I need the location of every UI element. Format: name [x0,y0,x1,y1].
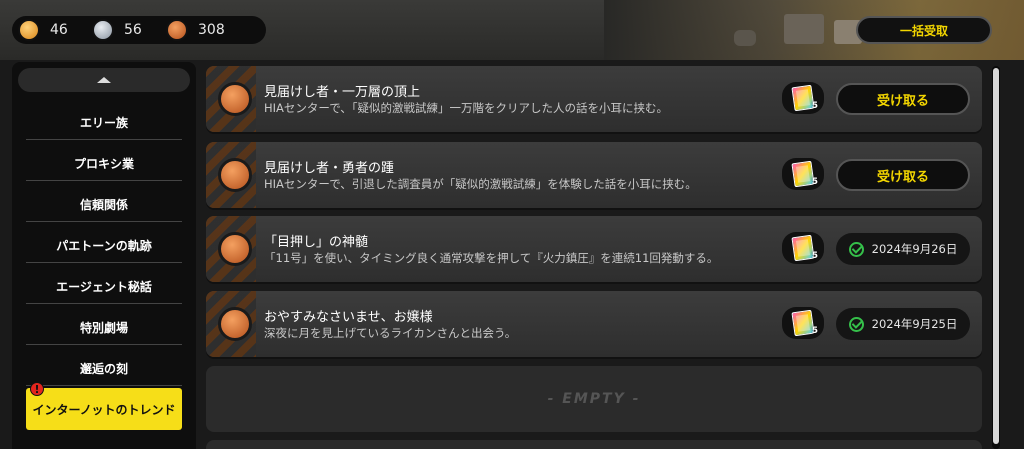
achievement-description: 「11号」を使い、タイミング良く通常攻撃を押して『火力鎮圧』を連続11回発動する… [264,251,719,265]
achievement-title: 見届けし者・一万層の頂上 [264,85,421,100]
achievement-description: HIAセンターで、「疑似的激戦試練」一万階をクリアした人の話を小耳に挟む。 [264,101,669,115]
sidebar-item-label: インターノットのトレンド [32,402,176,417]
top-bar: 46 56 308 一括受取 [0,0,1024,60]
bronze-medal-icon [218,232,252,266]
achievement-row: おやすみなさいませ、お嬢様 深夜に月を見上げているライカンさんと出会う。 5 2… [206,291,982,357]
sidebar-scroll-up-button[interactable] [18,68,190,92]
check-circle-icon [848,316,864,332]
scrollbar-thumb[interactable] [993,68,999,444]
currency-silver-value: 56 [124,22,142,38]
reward-quantity: 5 [811,177,818,187]
bronze-medal-icon [218,82,252,116]
sidebar-item-label: プロキシ業 [73,157,134,171]
sidebar-item-proxy[interactable]: プロキシ業 [26,147,182,181]
empty-slot [206,440,982,449]
achievement-title: 「目押し」の神髄 [264,235,369,250]
alert-icon: ! [30,382,44,396]
sidebar-item-label: 特別劇場 [79,321,128,335]
bronze-medal-icon [218,307,252,341]
reward-item[interactable]: 5 [782,307,824,339]
currency-silver: 56 [92,19,154,41]
reward-quantity: 5 [811,326,818,336]
achievement-title: 見届けし者・勇者の踵 [264,161,395,176]
sidebar-item-eri[interactable]: エリー族 [26,106,182,140]
claim-all-button[interactable]: 一括受取 [856,16,992,44]
reward-item[interactable]: 5 [782,232,824,264]
sidebar-item-label: パエトーンの軌跡 [56,239,152,253]
sidebar-item-label: エージェント秘話 [56,280,152,294]
reward-quantity: 5 [811,101,818,111]
empty-slot: - EMPTY - [206,366,982,432]
achievement-row: 見届けし者・一万層の頂上 HIAセンターで、「疑似的激戦試練」一万階をクリアした… [206,66,982,132]
completed-status: 2024年9月26日 [836,233,970,265]
chevron-up-icon [97,77,111,83]
achievement-list: 見届けし者・一万層の頂上 HIAセンターで、「疑似的激戦試練」一万階をクリアした… [200,60,988,449]
completed-date: 2024年9月26日 [871,242,958,256]
bronze-medal-icon [218,158,252,192]
reward-item[interactable]: 5 [782,158,824,190]
sidebar-item-label: 信頼関係 [79,198,128,212]
sidebar-item-internot-trend[interactable]: ! インターノットのトレンド [26,382,182,430]
category-sidebar: エリー族 プロキシ業 信頼関係 パエトーンの軌跡 エージェント秘話 特別劇場 邂… [12,62,196,449]
currency-bronze: 308 [166,19,228,41]
currency-bar: 46 56 308 [12,16,266,44]
achievement-row: 見届けし者・勇者の踵 HIAセンターで、引退した調査員が「疑似的激戦試練」を体験… [206,142,982,208]
bronze-medal-icon [166,19,188,41]
claim-button[interactable]: 受け取る [836,83,970,115]
gold-medal-icon [18,19,40,41]
currency-gold: 46 [18,19,80,41]
silver-medal-icon [92,19,114,41]
sidebar-item-encounter[interactable]: 邂逅の刻 [26,352,182,386]
achievement-row: 「目押し」の神髄 「11号」を使い、タイミング良く通常攻撃を押して『火力鎮圧』を… [206,216,982,282]
reward-item[interactable]: 5 [782,82,824,114]
sidebar-item-phaethon[interactable]: パエトーンの軌跡 [26,229,182,263]
achievement-title: おやすみなさいませ、お嬢様 [264,310,433,325]
list-scrollbar[interactable] [992,66,1000,449]
currency-gold-value: 46 [50,22,68,38]
currency-bronze-value: 308 [198,22,225,38]
sidebar-item-trust[interactable]: 信頼関係 [26,188,182,222]
reward-quantity: 5 [811,251,818,261]
sidebar-item-label: 邂逅の刻 [79,362,128,376]
claim-button[interactable]: 受け取る [836,159,970,191]
sidebar-item-label: エリー族 [79,116,128,130]
sidebar-item-special-theater[interactable]: 特別劇場 [26,311,182,345]
completed-status: 2024年9月25日 [836,308,970,340]
check-circle-icon [848,241,864,257]
achievement-description: 深夜に月を見上げているライカンさんと出会う。 [264,326,517,340]
achievement-description: HIAセンターで、引退した調査員が「疑似的激戦試練」を体験した話を小耳に挟む。 [264,177,697,191]
completed-date: 2024年9月25日 [871,317,958,331]
sidebar-item-agent-story[interactable]: エージェント秘話 [26,270,182,304]
empty-label: - EMPTY - [547,391,641,407]
